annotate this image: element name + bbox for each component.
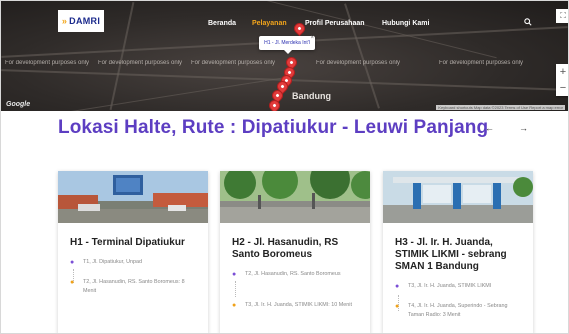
stop-card-title: H2 - Jl. Hasanudin, RS Santo Boromeus — [232, 237, 339, 260]
marker-popup: H1 - Jl. Merdeka Int'l × — [259, 35, 315, 54]
stop-destination-text: T3, Jl. Ir. H. Juanda, STIMIK LIKMI: 10 … — [245, 302, 352, 308]
location-pin-icon: ● — [232, 271, 237, 278]
location-pin-icon: ● — [395, 303, 400, 310]
stop-photo — [220, 171, 370, 223]
fullscreen-icon[interactable]: ⛶ — [556, 9, 568, 23]
zoom-out-button[interactable]: − — [556, 80, 568, 96]
stop-photo — [58, 171, 208, 223]
nav-hubungi-kami[interactable]: Hubungi Kami — [382, 20, 429, 27]
logo-text: DAMRI — [69, 16, 101, 26]
stop-origin-text: T3, Jl. Ir. H. Juanda, STIMIK LIKMI — [408, 283, 492, 289]
dev-watermark-2: For development purposes only — [98, 60, 183, 66]
dev-watermark-1: For development purposes only — [5, 60, 90, 66]
route-map[interactable]: For development purposes only For develo… — [1, 1, 568, 111]
google-logo: Google — [6, 101, 31, 108]
prev-arrow-icon[interactable]: ← — [485, 123, 494, 133]
nav-pelayanan[interactable]: Pelayanan — [252, 20, 287, 27]
map-footer[interactable]: Keyboard shortcuts Map data ©2023 Terms … — [436, 105, 565, 110]
dev-watermark-4: For development purposes only — [316, 60, 401, 66]
dev-watermark-5: For development purposes only — [439, 60, 524, 66]
logo-chevron-icon: » — [61, 16, 68, 26]
location-pin-icon: ● — [395, 283, 400, 290]
page-title: Lokasi Halte, Rute : Dipatiukur - Leuwi … — [58, 117, 489, 138]
location-pin-icon: ● — [70, 259, 75, 266]
zoom-in-button[interactable]: + — [556, 64, 568, 80]
zoom-control: + − — [556, 64, 568, 96]
stop-card-h3[interactable]: H3 - Jl. Ir. H. Juanda, STIMIK LIKMI - s… — [383, 171, 533, 333]
next-arrow-icon[interactable]: → — [519, 123, 528, 133]
popup-close-icon[interactable]: × — [310, 35, 314, 41]
dev-watermark-3: For development purposes only — [191, 60, 276, 66]
search-icon[interactable] — [524, 18, 532, 28]
stop-origin-text: T1, Jl. Dipatiukur, Unpad — [83, 259, 143, 265]
stop-card-title: H3 - Jl. Ir. H. Juanda, STIMIK LIKMI - s… — [395, 237, 507, 272]
stop-card-h2[interactable]: H2 - Jl. Hasanudin, RS Santo Boromeus ● … — [220, 171, 370, 333]
marker-popup-label: H1 - Jl. Merdeka Int'l — [264, 40, 310, 46]
nav-beranda[interactable]: Beranda — [208, 20, 236, 27]
damri-logo[interactable]: » DAMRI — [58, 10, 104, 32]
stop-card-h1[interactable]: H1 - Terminal Dipatiukur ● T1, Jl. Dipat… — [58, 171, 208, 333]
stop-destination-text: T4, Jl. Ir. H. Juanda, Superindo - Sebra… — [408, 303, 508, 318]
nav-profil-perusahaan[interactable]: Profil Perusahaan — [305, 20, 365, 27]
location-pin-icon: ● — [232, 302, 237, 309]
stop-destination-text: T2, Jl. Hasanudin, RS. Santo Boromeus: 8… — [83, 279, 185, 294]
stop-photo — [383, 171, 533, 223]
map-city-label: Bandung — [292, 91, 331, 101]
location-pin-icon: ● — [70, 279, 75, 286]
page-frame: For development purposes only For develo… — [0, 0, 569, 334]
stop-card-title: H1 - Terminal Dipatiukur — [70, 237, 185, 248]
stop-origin-text: T2, Jl. Hasanudin, RS. Santo Boromeus — [245, 271, 341, 277]
